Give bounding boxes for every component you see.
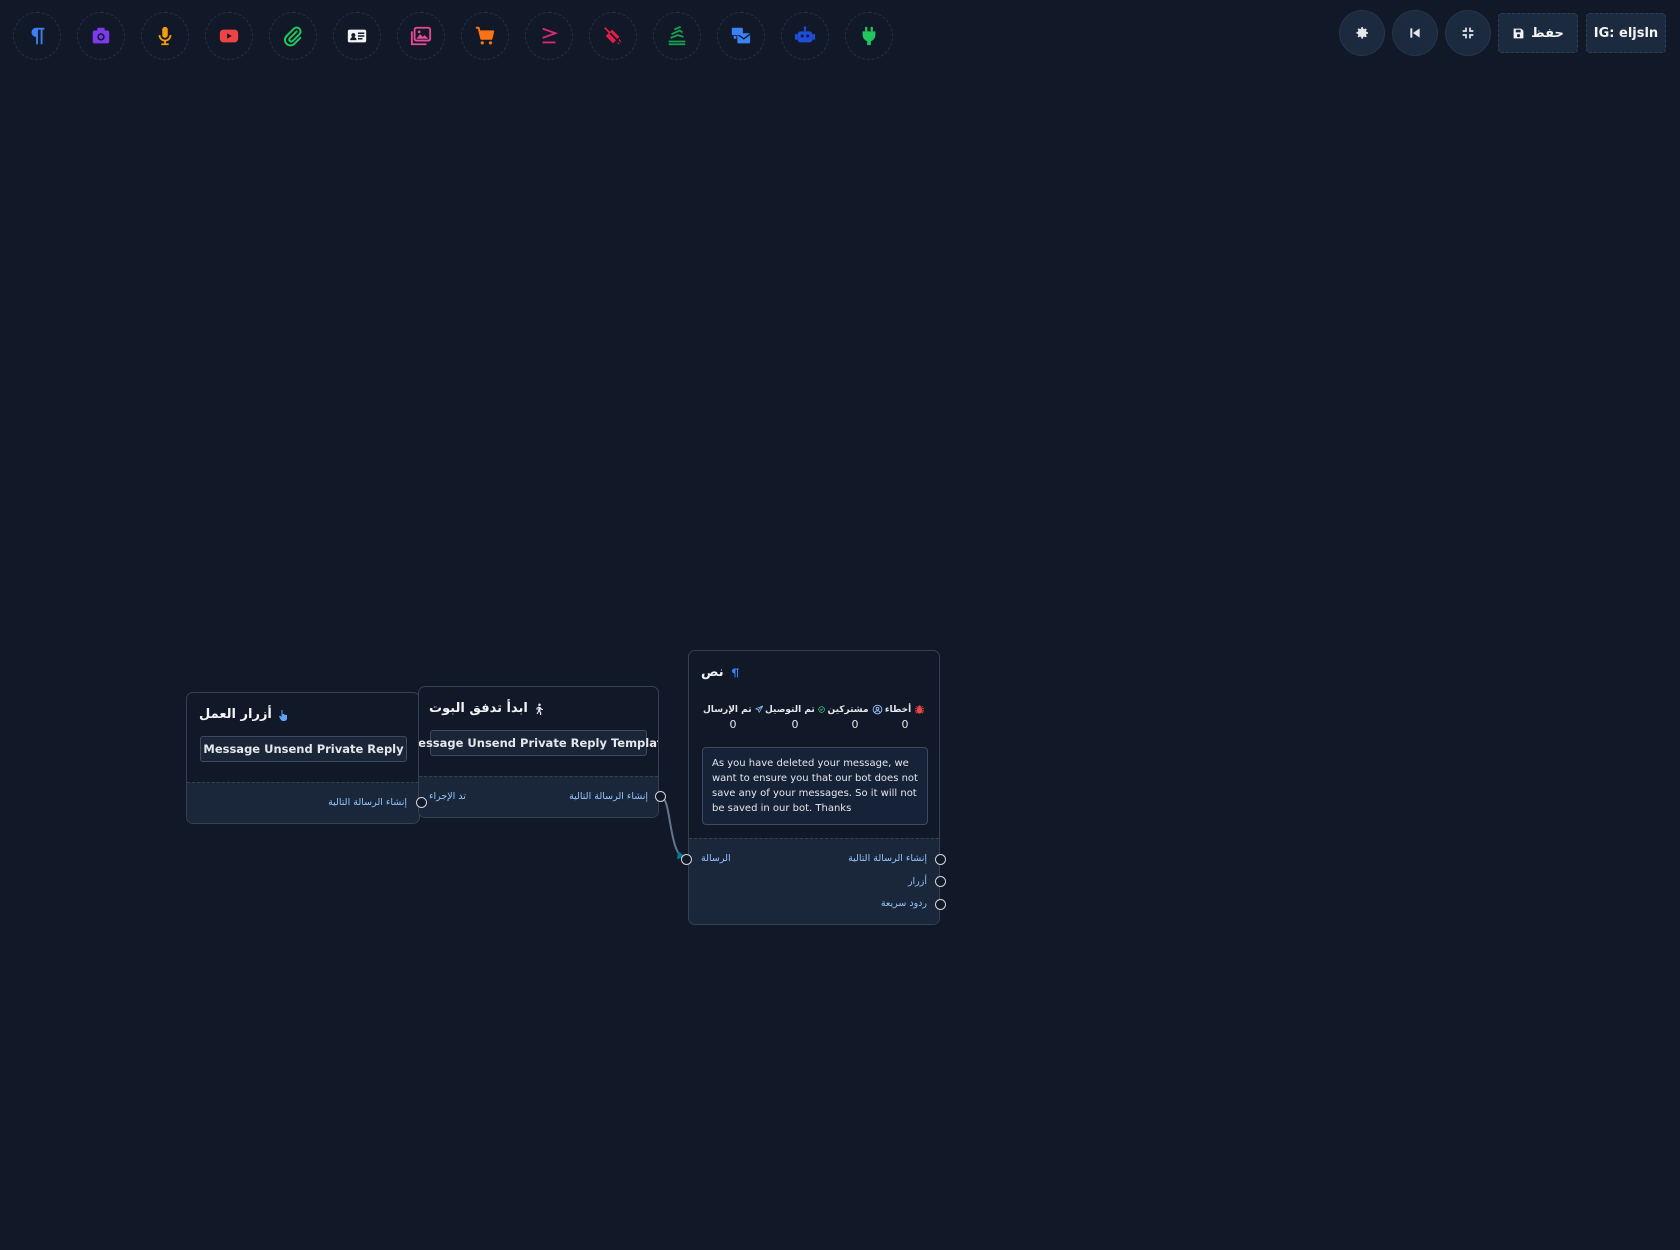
- youtube-icon: [219, 29, 239, 43]
- port-label-quick-replies: ردود سريعة: [880, 898, 927, 909]
- walking-icon: [536, 703, 543, 715]
- node-title-row: ابدأ تدفق البوت: [429, 701, 545, 716]
- node-action-buttons[interactable]: أزرار العمل Message Unsend Private Reply…: [186, 692, 420, 824]
- port-text-quick-replies[interactable]: [935, 899, 946, 910]
- node-title-row: أزرار العمل: [199, 707, 289, 722]
- images-icon: [410, 26, 432, 46]
- back-to-start-button[interactable]: [1392, 10, 1438, 56]
- connection-start-to-text: [660, 796, 688, 860]
- paint-bucket-icon: [604, 27, 622, 45]
- stat-label: تم الإرسال: [703, 704, 752, 715]
- check-circle-icon: [818, 706, 825, 713]
- ecommerce-tool-button[interactable]: [461, 12, 509, 60]
- plugin-tool-button[interactable]: [845, 12, 893, 60]
- paragraph-icon: [31, 27, 45, 45]
- port-start-next[interactable]: [655, 791, 666, 802]
- port-label-message: الرسالة: [701, 853, 731, 864]
- save-label: حفظ: [1531, 25, 1564, 41]
- stat-label: أخطاء: [884, 704, 912, 715]
- microphone-icon: [158, 26, 172, 46]
- image-tool-button[interactable]: [77, 12, 125, 60]
- node-text[interactable]: نص تم الإرسال 0 تم التوصيل 0 مشتركين 0 أخطاء 0 …: [688, 650, 940, 925]
- stat-head: أخطاء: [875, 704, 935, 715]
- text-tool-button[interactable]: [13, 12, 61, 60]
- fit-view-button[interactable]: [1445, 10, 1491, 56]
- gear-icon: [1356, 27, 1368, 39]
- stat-value: 0: [791, 718, 799, 731]
- node-title: نص: [701, 665, 724, 680]
- save-button[interactable]: حفظ: [1498, 13, 1578, 53]
- node-footer: الرسالة إنشاء الرسالة التالية أزرار ردود…: [689, 838, 939, 924]
- account-button[interactable]: IG: eljsln: [1586, 13, 1666, 53]
- condition-tool-button[interactable]: [525, 12, 573, 60]
- port-text-input[interactable]: [681, 854, 692, 865]
- settings-button[interactable]: [1339, 10, 1385, 56]
- paragraph-icon: [731, 668, 739, 677]
- node-footer: تد الإجراء إنشاء الرسالة التالية: [419, 776, 658, 817]
- node-title-row: نص: [701, 665, 741, 680]
- stat-item: تم الإرسال 0: [703, 704, 763, 731]
- stack-icon: [668, 25, 686, 46]
- port-label-next: إنشاء الرسالة التالية: [848, 853, 927, 864]
- node-chip[interactable]: Message Unsend Private Reply Template: [419, 730, 658, 756]
- video-tool-button[interactable]: [205, 12, 253, 60]
- port-label-buttons: أزرار: [907, 876, 927, 887]
- stat-value: 0: [729, 718, 737, 731]
- plug-icon: [862, 26, 876, 46]
- camera-icon: [92, 27, 110, 44]
- stat-value: 0: [901, 718, 909, 731]
- node-title: ابدأ تدفق البوت: [429, 701, 528, 716]
- port-label-next: إنشاء الرسالة التالية: [328, 797, 407, 808]
- node-chip[interactable]: Message Unsend Private Reply: [200, 736, 407, 762]
- stat-item: تم التوصيل 0: [765, 704, 825, 731]
- compress-icon: [1462, 27, 1474, 39]
- audio-tool-button[interactable]: [141, 12, 189, 60]
- stat-label: مشتركين: [827, 704, 869, 715]
- fill-tool-button[interactable]: [589, 12, 637, 60]
- connections-layer: [406, 788, 688, 860]
- gallery-tool-button[interactable]: [397, 12, 445, 60]
- stat-head: تم الإرسال: [703, 704, 763, 715]
- stat-item: أخطاء 0: [875, 704, 935, 731]
- robot-tool-button[interactable]: [781, 12, 829, 60]
- file-tool-button[interactable]: [269, 12, 317, 60]
- email-tool-button[interactable]: [717, 12, 765, 60]
- port-start-input[interactable]: [416, 797, 427, 808]
- robot-icon: [794, 26, 816, 43]
- bug-icon: [915, 705, 925, 714]
- id-card-icon: [347, 29, 367, 43]
- port-label-action: تد الإجراء: [429, 791, 466, 802]
- port-text-buttons[interactable]: [935, 876, 946, 887]
- hand-pointer-icon: [278, 709, 287, 721]
- paperclip-icon: [283, 26, 302, 47]
- port-label-next: إنشاء الرسالة التالية: [569, 791, 648, 802]
- mail-bulk-icon: [731, 27, 751, 44]
- stack-tool-button[interactable]: [653, 12, 701, 60]
- step-backward-icon: [1410, 28, 1420, 38]
- node-title: أزرار العمل: [199, 707, 272, 722]
- stat-label: تم التوصيل: [765, 704, 815, 715]
- stat-head: تم التوصيل: [765, 704, 825, 715]
- account-label: IG: eljsln: [1593, 25, 1659, 41]
- node-footer: إنشاء الرسالة التالية: [187, 782, 419, 823]
- greater-equal-icon: [542, 27, 559, 44]
- node-start-flow[interactable]: ابدأ تدفق البوت Message Unsend Private R…: [418, 686, 659, 818]
- paper-plane-icon: [754, 705, 763, 713]
- save-icon: [1513, 28, 1524, 38]
- cart-icon: [475, 26, 495, 45]
- port-text-next[interactable]: [935, 854, 946, 865]
- message-preview[interactable]: As you have deleted your message, we wan…: [702, 747, 928, 825]
- card-tool-button[interactable]: [333, 12, 381, 60]
